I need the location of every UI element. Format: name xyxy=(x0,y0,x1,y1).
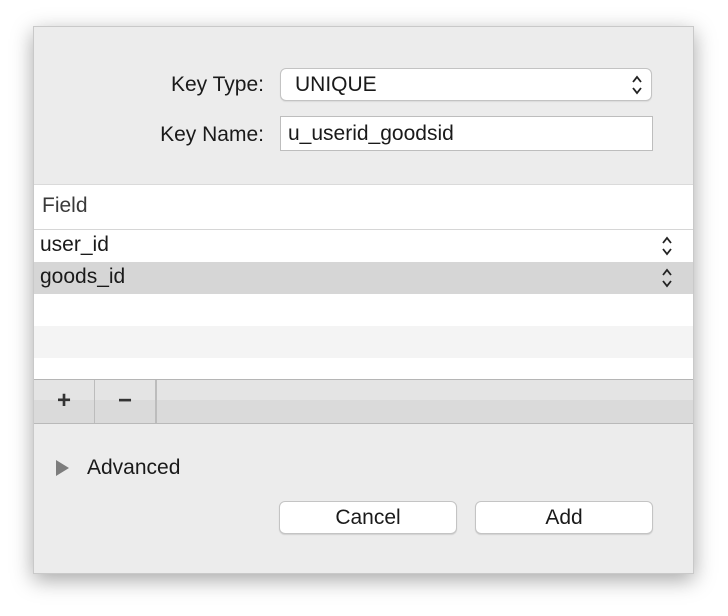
key-name-label: Key Name: xyxy=(160,123,264,146)
advanced-toggle[interactable]: Advanced xyxy=(87,456,180,480)
table-row[interactable]: user_id xyxy=(34,230,693,262)
fields-table: Field user_id goods_id xyxy=(34,184,693,380)
row-field-value: user_id xyxy=(40,233,109,256)
up-down-chevron-icon[interactable] xyxy=(661,267,673,289)
field-column-header: Field xyxy=(42,194,88,217)
key-name-input[interactable] xyxy=(280,116,653,151)
empty-row xyxy=(34,294,693,326)
key-type-select[interactable]: UNIQUE xyxy=(280,68,652,101)
table-toolbar: + − xyxy=(34,380,693,424)
cancel-button[interactable]: Cancel xyxy=(279,501,457,534)
empty-row xyxy=(34,358,693,379)
empty-row xyxy=(34,326,693,358)
add-field-button[interactable]: + xyxy=(34,380,95,423)
table-row[interactable]: goods_id xyxy=(34,262,693,294)
up-down-chevron-icon xyxy=(632,75,642,95)
row-field-value: goods_id xyxy=(40,265,126,288)
add-key-sheet: Key Type: UNIQUE Key Name: Field user_id… xyxy=(33,26,694,574)
key-type-value: UNIQUE xyxy=(295,73,377,96)
disclosure-triangle-icon[interactable] xyxy=(56,460,69,476)
remove-field-button[interactable]: − xyxy=(95,380,156,423)
key-type-label: Key Type: xyxy=(170,73,264,96)
table-header[interactable]: Field xyxy=(34,185,693,230)
add-button[interactable]: Add xyxy=(475,501,653,534)
up-down-chevron-icon[interactable] xyxy=(661,235,673,257)
toolbar-divider xyxy=(156,380,157,423)
